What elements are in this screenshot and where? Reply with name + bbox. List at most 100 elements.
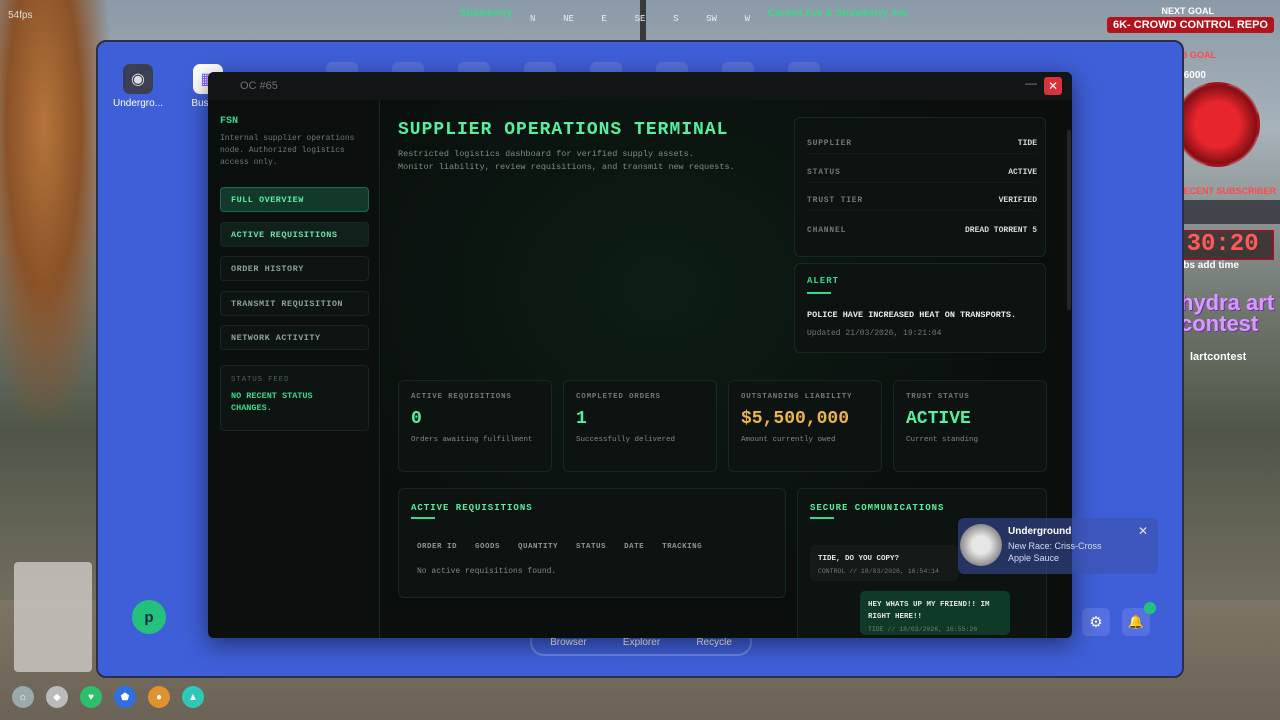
stat-label: COMPLETED ORDERS (576, 393, 661, 401)
supplier-info-card: SUPPLIER TIDE STATUS ACTIVE TRUST TIER V… (794, 117, 1046, 257)
compass-point: SW (706, 14, 717, 24)
turbo-icon (960, 524, 1002, 566)
next-goal-label: NEXT GOAL (1161, 6, 1214, 16)
taskbar-browser[interactable]: Browser (550, 637, 587, 648)
compass-point: NE (563, 14, 574, 24)
info-value: TIDE (1017, 139, 1037, 148)
tree (0, 0, 110, 420)
stat-label: TRUST STATUS (906, 393, 970, 401)
status-feed-label: STATUS FEED (231, 376, 290, 384)
info-value: ACTIVE (1008, 168, 1037, 177)
brand-name: FSN (220, 116, 239, 127)
info-key: CHANNEL (807, 225, 847, 235)
message-meta: TIDE // 18/03/2026, 16:55:26 (868, 626, 978, 633)
message-incoming: TIDE, DO YOU COPY? CONTROL // 18/03/2026… (810, 545, 958, 581)
settings-button[interactable]: ⚙ (1082, 608, 1110, 636)
info-row-trust-tier: TRUST TIER VERIFIED (807, 191, 1037, 211)
table-empty-message: No active requisitions found. (417, 567, 557, 576)
alert-accent-bar (807, 292, 831, 294)
nav-transmit-requisition[interactable]: TRANSMIT REQUISITION (220, 291, 369, 316)
desktop-icon-label: Undergro... (112, 98, 164, 109)
compass-point: W (744, 14, 750, 24)
info-key: STATUS (807, 168, 841, 177)
street-name: Strawberry (460, 8, 513, 19)
message-text: HEY WHATS UP MY FRIEND!! IM RIGHT HERE!! (868, 601, 990, 621)
stat-card-trust-status: TRUST STATUS ACTIVE Current standing (893, 380, 1047, 472)
minimap (14, 562, 92, 672)
alert-message: POLICE HAVE INCREASED HEAT ON TRANSPORTS… (807, 310, 1017, 320)
panel-accent-bar (411, 517, 435, 519)
close-icon[interactable]: ✕ (1138, 524, 1148, 538)
stat-caption: Current standing (906, 436, 979, 444)
gear-icon: ⚙ (1089, 614, 1103, 631)
description-line: Monitor liability, review requisitions, … (398, 162, 735, 172)
panel-title: SECURE COMMUNICATIONS (810, 503, 945, 513)
info-value: VERIFIED (998, 196, 1037, 205)
stat-caption: Amount currently owed (741, 436, 836, 444)
column-header: TRACKING (662, 543, 703, 551)
nav-network-activity[interactable]: NETWORK ACTIVITY (220, 325, 369, 350)
turbo-icon: ◉ (123, 64, 153, 94)
cross-street-name: Carson Ave & Strawberry Ave (768, 8, 909, 19)
info-row-supplier: SUPPLIER TIDE (807, 134, 1037, 154)
nav-full-overview[interactable]: FULL OVERVIEW (220, 187, 369, 212)
message-text: TIDE, DO YOU COPY? (818, 555, 900, 563)
channel-logo (1175, 82, 1260, 167)
column-header: ORDER ID (417, 543, 458, 551)
status-feed-value: NO RECENT STATUS CHANGES. (231, 391, 313, 413)
window-titlebar[interactable]: OC #65 — ✕ (208, 72, 1072, 100)
column-header: GOODS (475, 543, 501, 551)
minimize-button[interactable]: — (1024, 76, 1038, 92)
notification-message: New Race: Criss-Cross Apple Sauce (1008, 541, 1102, 563)
page-description: Restricted logistics dashboard for verif… (398, 148, 778, 174)
stat-value: $5,500,000 (741, 409, 850, 429)
heart-icon: ♥ (80, 686, 102, 708)
next-goal: 6K- CROWD CONTROL REPO (1106, 17, 1274, 33)
contest-logo: hydra art contest (1180, 290, 1275, 336)
bell-icon: 🔔 (1127, 614, 1145, 629)
scrollbar[interactable] (1067, 130, 1071, 310)
desktop-icon-underground[interactable]: ◉ Undergro... (108, 64, 168, 109)
info-key: TRUST TIER (807, 196, 864, 205)
taskbar-explorer[interactable]: Explorer (623, 637, 660, 648)
info-row-channel: CHANNEL DREAD TORRENT 5 (807, 220, 1037, 240)
taskbar-recycle[interactable]: Recycle (696, 637, 732, 648)
compass-point: E (601, 14, 607, 24)
minimize-icon: — (1025, 76, 1037, 90)
info-row-status: STATUS ACTIVE (807, 163, 1037, 183)
stat-card-completed-orders: COMPLETED ORDERS 1 Successfully delivere… (563, 380, 717, 472)
alert-updated: Updated 21/03/2026, 19:21:04 (807, 329, 942, 338)
column-header: DATE (624, 543, 645, 551)
column-header: QUANTITY (518, 543, 559, 551)
contest-tag: lartcontest (1190, 351, 1247, 363)
stat-card-active-requisitions: ACTIVE REQUISITIONS 0 Orders awaiting fu… (398, 380, 552, 472)
home-icon: ⌂ (12, 686, 34, 708)
stat-value: ACTIVE (906, 409, 971, 429)
shield-icon: ◆ (46, 686, 68, 708)
notification-badge (1144, 602, 1156, 614)
panel-accent-bar (810, 517, 834, 519)
compass: N NE E SE S SW W (530, 14, 750, 24)
compass-point: SE (634, 14, 646, 24)
stat-label: OUTSTANDING LIABILITY (741, 393, 853, 401)
alert-card: ALERT POLICE HAVE INCREASED HEAT ON TRAN… (794, 263, 1046, 353)
nav-active-requisitions[interactable]: ACTIVE REQUISITIONS (220, 222, 369, 247)
start-logo-button[interactable]: p (132, 600, 166, 634)
notification-toast[interactable]: Underground New Race: Criss-Cross Apple … (958, 518, 1158, 574)
alert-title: ALERT (807, 276, 840, 286)
sidebar: FSN Internal supplier operations node. A… (208, 100, 380, 638)
water-icon: ▲ (182, 686, 204, 708)
fps-counter: 54fps (8, 10, 33, 21)
close-button[interactable]: ✕ (1044, 77, 1062, 95)
description-line: Restricted logistics dashboard for verif… (398, 149, 694, 159)
stat-card-outstanding-liability: OUTSTANDING LIABILITY $5,500,000 Amount … (728, 380, 882, 472)
info-value: DREAD TORRENT 5 (964, 225, 1037, 235)
table-header: ORDER ID GOODS QUANTITY STATUS DATE TRAC… (417, 543, 702, 551)
requisitions-panel: ACTIVE REQUISITIONS ORDER ID GOODS QUANT… (398, 488, 786, 598)
supplier-terminal-window: OC #65 — ✕ FSN Internal supplier operati… (208, 72, 1072, 638)
brand-description: Internal supplier operations node. Autho… (220, 134, 355, 167)
compass-point: N (530, 14, 536, 24)
nav-order-history[interactable]: ORDER HISTORY (220, 256, 369, 281)
panel-title: ACTIVE REQUISITIONS (411, 503, 533, 513)
close-icon: ✕ (1047, 79, 1059, 93)
